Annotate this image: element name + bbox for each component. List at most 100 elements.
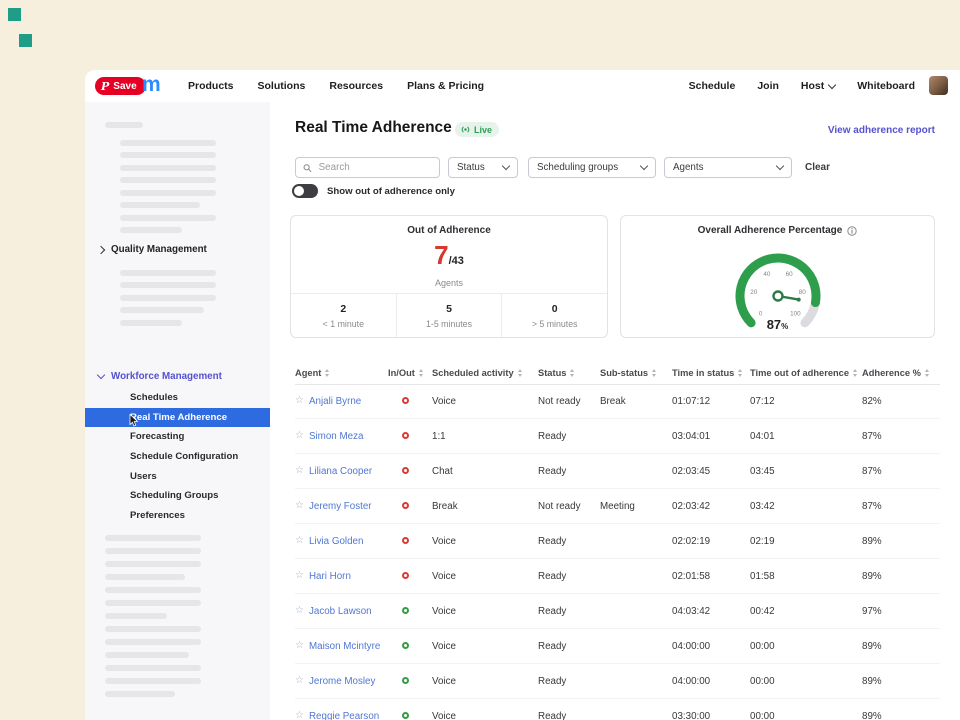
star-icon[interactable] [295, 606, 304, 616]
star-icon[interactable] [295, 536, 304, 546]
status-cell: Ready [538, 466, 600, 477]
table-column-header[interactable]: Sub-status [600, 368, 672, 378]
card-title: Out of Adherence [291, 225, 607, 236]
table-row[interactable]: Jacob Lawson Voice Ready 04:03:42 00:42 … [295, 594, 940, 629]
agent-name-link[interactable]: Liliana Cooper [309, 466, 372, 477]
chevron-right-icon [97, 245, 105, 253]
table-column-header[interactable]: Time in status [672, 368, 750, 378]
inout-cell [388, 571, 432, 582]
time-in-status-cell: 01:07:12 [672, 396, 750, 407]
table-column-header[interactable]: Agent [295, 368, 388, 378]
table-row[interactable]: Hari Horn Voice Ready 02:01:58 01:58 89% [295, 559, 940, 594]
chevron-down-icon [776, 162, 784, 170]
table-column-header[interactable]: In/Out [388, 368, 432, 378]
sub-status-cell: Meeting [600, 501, 672, 512]
nav-link[interactable]: Join [757, 80, 779, 92]
nav-link[interactable]: Plans & Pricing [407, 80, 484, 92]
star-icon[interactable] [295, 501, 304, 511]
sidebar-subitem[interactable]: Users [85, 466, 270, 486]
nav-link[interactable]: Schedule [689, 80, 736, 92]
sort-icon [925, 369, 929, 377]
inout-cell [388, 676, 432, 687]
sidebar-item-workforce-management[interactable]: Workforce Management [98, 371, 222, 382]
nav-link[interactable]: Solutions [258, 80, 306, 92]
nav-link[interactable]: Resources [329, 80, 383, 92]
skeleton-bar [105, 548, 201, 554]
star-icon[interactable] [295, 676, 304, 686]
clear-filters-button[interactable]: Clear [805, 162, 830, 173]
nav-link[interactable]: Products [188, 80, 234, 92]
search-input[interactable] [317, 161, 432, 174]
table-column-header[interactable]: Adherence % [862, 368, 940, 378]
table-column-header[interactable]: Time out of adherence [750, 368, 862, 378]
time-out-of-adherence-cell: 00:00 [750, 641, 862, 652]
table-row[interactable]: Maison Mcintyre Voice Ready 04:00:00 00:… [295, 629, 940, 664]
star-icon[interactable] [295, 711, 304, 720]
table-row[interactable]: Jeremy Foster Break Not ready Meeting 02… [295, 489, 940, 524]
svg-text:40: 40 [763, 271, 771, 278]
table-row[interactable]: Anjali Byrne Voice Not ready Break 01:07… [295, 384, 940, 419]
pinterest-save-button[interactable]: P Save [95, 77, 146, 95]
sidebar-subitem[interactable]: Scheduling Groups [85, 486, 270, 506]
pinterest-icon: P [101, 81, 109, 92]
show-out-of-adherence-toggle[interactable] [292, 184, 318, 198]
info-icon[interactable] [847, 226, 857, 236]
agent-cell: Liliana Cooper [295, 466, 388, 477]
table-row[interactable]: Jerome Mosley Voice Ready 04:00:00 00:00… [295, 664, 940, 699]
sidebar-subitem-label: Scheduling Groups [130, 490, 218, 501]
adherence-percent-cell: 89% [862, 641, 940, 652]
dropdown-label: Status [457, 162, 485, 173]
agent-cell: Maison Mcintyre [295, 641, 388, 652]
user-avatar[interactable] [929, 76, 948, 95]
svg-text:80: 80 [799, 289, 807, 296]
sidebar-subitem[interactable]: Forecasting [85, 427, 270, 447]
star-icon[interactable] [295, 431, 304, 441]
nav-link[interactable]: Whiteboard [857, 80, 915, 92]
logo-m[interactable]: m [142, 73, 160, 97]
scheduled-activity-cell: Voice [432, 571, 538, 582]
sidebar-subitem[interactable]: Real Time Adherence [85, 408, 270, 428]
star-icon[interactable] [295, 641, 304, 651]
scheduling-groups-filter-dropdown[interactable]: Scheduling groups [528, 157, 656, 178]
sidebar-subitem[interactable]: Preferences [85, 506, 270, 526]
nav-link[interactable]: Host [801, 80, 835, 92]
table-column-header[interactable]: Scheduled activity [432, 368, 538, 378]
agent-name-link[interactable]: Maison Mcintyre [309, 641, 380, 652]
column-header-label: Agent [295, 368, 321, 378]
status-cell: Ready [538, 606, 600, 617]
table-row[interactable]: Liliana Cooper Chat Ready 02:03:45 03:45… [295, 454, 940, 489]
star-icon[interactable] [295, 396, 304, 406]
agent-name-link[interactable]: Hari Horn [309, 571, 351, 582]
agent-cell: Jerome Mosley [295, 676, 388, 687]
inout-status-dot [402, 572, 409, 579]
scheduled-activity-cell: Voice [432, 676, 538, 687]
status-filter-dropdown[interactable]: Status [448, 157, 518, 178]
adherence-percent-cell: 87% [862, 466, 940, 477]
table-row[interactable]: Reggie Pearson Voice Ready 03:30:00 00:0… [295, 699, 940, 720]
star-icon[interactable] [295, 571, 304, 581]
bucket-value: 2 [291, 303, 396, 315]
table-column-header[interactable]: Status [538, 368, 600, 378]
view-adherence-report-link[interactable]: View adherence report [828, 125, 935, 136]
agent-name-link[interactable]: Anjali Byrne [309, 396, 361, 407]
star-icon[interactable] [295, 466, 304, 476]
bucket-value: 0 [502, 303, 607, 315]
sort-icon [738, 369, 742, 377]
agent-name-link[interactable]: Reggie Pearson [309, 711, 379, 720]
agent-name-link[interactable]: Simon Meza [309, 431, 363, 442]
sidebar-item-quality-management[interactable]: Quality Management [98, 244, 207, 255]
agent-name-link[interactable]: Jerome Mosley [309, 676, 375, 687]
agent-name-link[interactable]: Jeremy Foster [309, 501, 372, 512]
sidebar-subitem[interactable]: Schedule Configuration [85, 447, 270, 467]
sort-icon [570, 369, 574, 377]
sidebar-subitem-label: Schedule Configuration [130, 451, 238, 462]
table-row[interactable]: Simon Meza 1:1 Ready 03:04:01 04:01 87% [295, 419, 940, 454]
table-row[interactable]: Livia Golden Voice Ready 02:02:19 02:19 … [295, 524, 940, 559]
agent-name-link[interactable]: Livia Golden [309, 536, 363, 547]
sidebar-subitem[interactable]: Schedules [85, 388, 270, 408]
agent-name-link[interactable]: Jacob Lawson [309, 606, 372, 617]
sidebar-subitem-label: Schedules [130, 392, 178, 403]
status-cell: Ready [538, 676, 600, 687]
agents-filter-dropdown[interactable]: Agents [664, 157, 792, 178]
column-header-label: Time in status [672, 368, 734, 378]
